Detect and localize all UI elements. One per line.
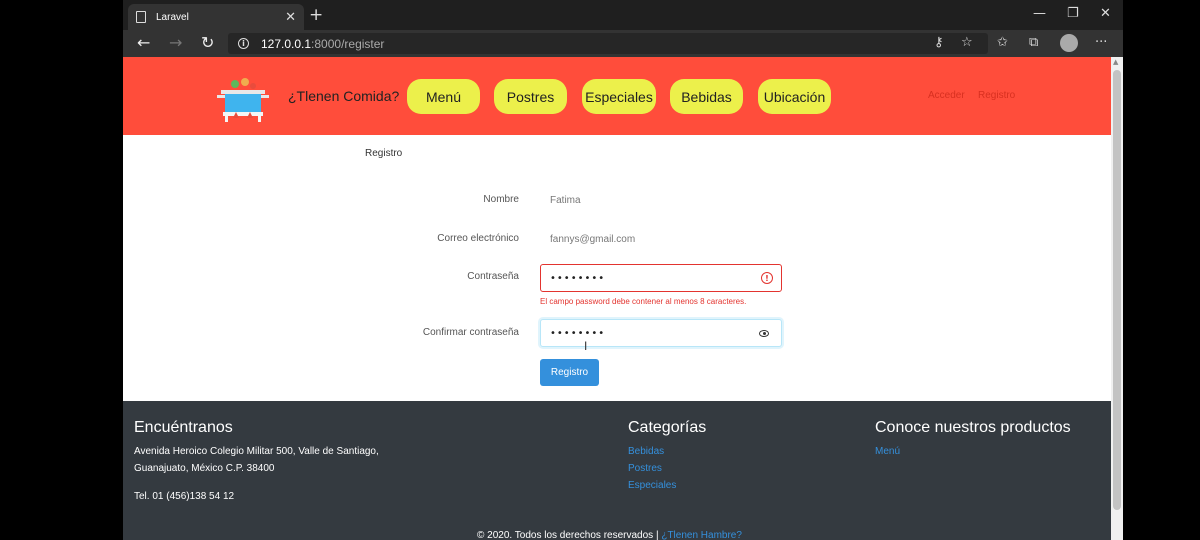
copyright-text: © 2020. Todos los derechos reservados | … <box>477 530 742 540</box>
food-pot-logo-icon[interactable] <box>215 74 271 124</box>
tab-title: Laravel <box>156 11 189 23</box>
categories-title: Categorías <box>628 419 707 436</box>
browser-window: Laravel ✕ + — ❐ ✕ ← → ↻ i 127.0.0.1 :800… <box>123 0 1123 540</box>
footer-link-bebidas[interactable]: Bebidas <box>628 446 664 457</box>
footer-link-postres[interactable]: Postres <box>628 463 662 474</box>
new-tab-icon[interactable]: + <box>309 6 323 24</box>
nav-especiales[interactable]: Especiales <box>582 79 656 114</box>
password-error-message: El campo password debe contener al menos… <box>540 297 747 306</box>
key-icon[interactable]: ⚷ <box>934 35 944 50</box>
scroll-up-icon[interactable]: ▲ <box>1113 58 1118 66</box>
close-tab-icon[interactable]: ✕ <box>285 10 296 25</box>
footer-link-especiales[interactable]: Especiales <box>628 480 676 491</box>
name-input[interactable]: Fatima <box>550 195 581 206</box>
products-title: Conoce nuestros productos <box>875 419 1071 436</box>
email-label: Correo electrónico <box>437 233 519 244</box>
minimize-icon[interactable]: — <box>1033 6 1046 21</box>
find-us-title: Encuéntranos <box>134 419 233 436</box>
phone-number: Tel. 01 (456)138 54 12 <box>134 491 235 502</box>
profile-avatar-icon[interactable] <box>1060 34 1078 52</box>
nav-menu[interactable]: Menú <box>407 79 480 114</box>
password-label: Contraseña <box>467 271 519 282</box>
page-icon <box>136 11 146 23</box>
back-icon[interactable]: ← <box>137 34 150 52</box>
text-cursor-icon: I <box>584 339 588 353</box>
site-header: ¿Tlenen Comida? Menú Postres Especiales … <box>123 57 1111 135</box>
address-bar: ← → ↻ i 127.0.0.1 :8000/register ⚷ ☆ ✩ ⧉… <box>123 30 1123 57</box>
confirm-password-label: Confirmar contraseña <box>422 327 519 338</box>
register-link[interactable]: Registro <box>978 90 1015 101</box>
nav-postres[interactable]: Postres <box>494 79 567 114</box>
confirm-password-input[interactable]: •••••••• <box>540 319 782 347</box>
show-password-eye-icon[interactable] <box>759 330 769 337</box>
brand-name[interactable]: ¿Tlenen Comida? <box>288 88 399 104</box>
favorites-icon[interactable]: ✩ <box>997 35 1008 50</box>
name-label: Nombre <box>483 194 519 205</box>
restore-icon[interactable]: ❐ <box>1067 6 1079 21</box>
close-window-icon[interactable]: ✕ <box>1100 6 1111 21</box>
collections-icon[interactable]: ⧉ <box>1029 35 1038 50</box>
password-value: •••••••• <box>550 272 606 284</box>
footer-link-menu[interactable]: Menú <box>875 446 900 457</box>
copyright-label: © 2020. Todos los derechos reservados | <box>477 530 659 540</box>
forward-icon[interactable]: → <box>169 34 182 52</box>
info-icon[interactable]: i <box>238 38 249 49</box>
card-header-title: Registro <box>365 148 403 159</box>
url-path: :8000/register <box>311 36 385 51</box>
more-menu-icon[interactable]: ··· <box>1095 35 1107 50</box>
password-input[interactable]: •••••••• ! <box>540 264 782 292</box>
nav-bebidas[interactable]: Bebidas <box>670 79 743 114</box>
browser-tab[interactable]: Laravel ✕ <box>128 4 304 30</box>
scrollbar-thumb[interactable] <box>1113 70 1121 510</box>
email-input[interactable]: fannys@gmail.com <box>550 234 635 245</box>
refresh-icon[interactable]: ↻ <box>201 34 214 52</box>
address-line-1: Avenida Heroico Colegio Militar 500, Val… <box>134 446 379 457</box>
url-input[interactable]: i 127.0.0.1 :8000/register <box>228 33 988 54</box>
error-icon: ! <box>761 272 773 284</box>
copyright-link[interactable]: ¿Tlenen Hambre? <box>661 530 742 540</box>
url-host: 127.0.0.1 <box>261 36 312 51</box>
tab-strip: Laravel ✕ + — ❐ ✕ <box>123 0 1123 30</box>
favorite-star-icon[interactable]: ☆ <box>961 35 973 50</box>
nav-ubicacion[interactable]: Ubicación <box>758 79 831 114</box>
address-line-2: Guanajuato, México C.P. 38400 <box>134 463 275 474</box>
confirm-password-value: •••••••• <box>550 327 606 339</box>
register-submit-button[interactable]: Registro <box>540 359 599 386</box>
login-link[interactable]: Acceder <box>928 90 965 101</box>
